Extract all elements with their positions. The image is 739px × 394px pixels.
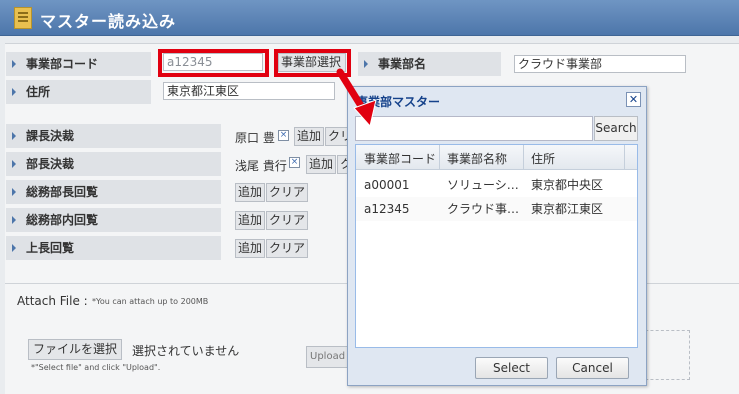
clear-button[interactable]: クリア bbox=[266, 239, 309, 258]
drop-zone[interactable] bbox=[640, 330, 690, 380]
dialog-search-input[interactable] bbox=[355, 116, 593, 141]
title-bar: マスター読み込み bbox=[0, 0, 739, 36]
cancel-button[interactable]: Cancel bbox=[556, 357, 629, 379]
column-header[interactable]: 事業部コード bbox=[364, 150, 436, 167]
close-icon[interactable]: ✕ bbox=[626, 92, 641, 107]
attach-title: Attach File : bbox=[17, 294, 88, 308]
add-button[interactable]: 追加 bbox=[235, 239, 266, 258]
address-label: 住所 bbox=[26, 85, 51, 99]
address-field[interactable]: 東京都江東区 bbox=[163, 82, 335, 100]
approval-label: 上長回覧 bbox=[26, 241, 75, 255]
arrow-right-icon bbox=[12, 88, 16, 96]
approver-name: 原口 豊 bbox=[235, 131, 275, 145]
highlight-box bbox=[158, 49, 269, 77]
arrow-annotation-icon bbox=[336, 68, 377, 128]
clear-button[interactable]: クリア bbox=[266, 211, 309, 230]
notepad-icon bbox=[14, 7, 32, 29]
results-grid: 事業部コード 事業部名称 住所 a00001 ソリューシ… 東京都中央区 a12… bbox=[355, 144, 638, 348]
approval-label: 課長決裁 bbox=[26, 129, 75, 143]
arrow-right-icon bbox=[12, 188, 16, 196]
arrow-right-icon bbox=[12, 244, 16, 252]
attach-note: *You can attach up to 200MB bbox=[92, 297, 209, 306]
approval-label: 総務部内回覧 bbox=[26, 213, 99, 227]
address-label-cell: 住所 bbox=[6, 80, 151, 104]
approval-label-cell: 総務部内回覧 bbox=[6, 208, 221, 232]
dept-master-dialog: 事業部マスター ✕ Search 事業部コード 事業部名称 住所 a00001 … bbox=[347, 86, 647, 386]
grid-header: 事業部コード 事業部名称 住所 bbox=[356, 145, 637, 170]
arrow-right-icon bbox=[12, 60, 16, 68]
column-header[interactable]: 住所 bbox=[531, 150, 555, 167]
page-title: マスター読み込み bbox=[40, 12, 177, 31]
arrow-right-icon bbox=[12, 132, 16, 140]
add-button[interactable]: 追加 bbox=[294, 127, 325, 146]
add-button[interactable]: 追加 bbox=[306, 155, 337, 174]
dept-name-field[interactable]: クラウド事業部 bbox=[514, 55, 686, 73]
table-cell: 東京都中央区 bbox=[531, 178, 604, 192]
upload-button[interactable]: Upload bbox=[306, 346, 350, 368]
approval-label-cell: 上長回覧 bbox=[6, 236, 221, 260]
approval-label: 部長決裁 bbox=[26, 157, 75, 171]
table-cell: a12345 bbox=[364, 202, 410, 216]
column-divider bbox=[523, 145, 524, 170]
approval-label-cell: 部長決裁 bbox=[6, 152, 221, 176]
approver-name: 浅尾 貴行 bbox=[235, 159, 287, 173]
table-cell: 東京都江東区 bbox=[531, 202, 604, 216]
remove-checkbox[interactable]: × bbox=[289, 157, 300, 168]
arrow-right-icon bbox=[12, 216, 16, 224]
dialog-search-button[interactable]: Search bbox=[594, 116, 638, 141]
approval-label-cell: 総務部長回覧 bbox=[6, 180, 221, 204]
table-row[interactable]: a12345 クラウド事… 東京都江東区 bbox=[356, 197, 637, 221]
table-cell: a00001 bbox=[364, 178, 410, 192]
approval-label: 総務部長回覧 bbox=[26, 185, 99, 199]
table-row[interactable]: a00001 ソリューシ… 東京都中央区 bbox=[356, 173, 637, 197]
table-cell: クラウド事… bbox=[447, 202, 520, 216]
add-button[interactable]: 追加 bbox=[235, 183, 266, 202]
clear-button[interactable]: クリア bbox=[266, 183, 309, 202]
arrow-right-icon bbox=[12, 160, 16, 168]
remove-checkbox[interactable]: × bbox=[278, 130, 289, 141]
dept-code-label: 事業部コード bbox=[26, 57, 99, 71]
dept-code-label-cell: 事業部コード bbox=[6, 52, 151, 76]
table-cell: ソリューシ… bbox=[447, 178, 519, 192]
column-divider bbox=[439, 145, 440, 170]
attach-hint: *"Select file" and click "Upload". bbox=[31, 363, 161, 372]
approval-label-cell: 課長決裁 bbox=[6, 124, 221, 148]
column-divider bbox=[624, 145, 625, 170]
column-header[interactable]: 事業部名称 bbox=[447, 150, 507, 167]
add-button[interactable]: 追加 bbox=[235, 211, 266, 230]
select-button[interactable]: Select bbox=[475, 357, 548, 379]
no-file-text: 選択されていません bbox=[132, 344, 240, 358]
choose-file-button[interactable]: ファイルを選択 bbox=[28, 339, 123, 360]
